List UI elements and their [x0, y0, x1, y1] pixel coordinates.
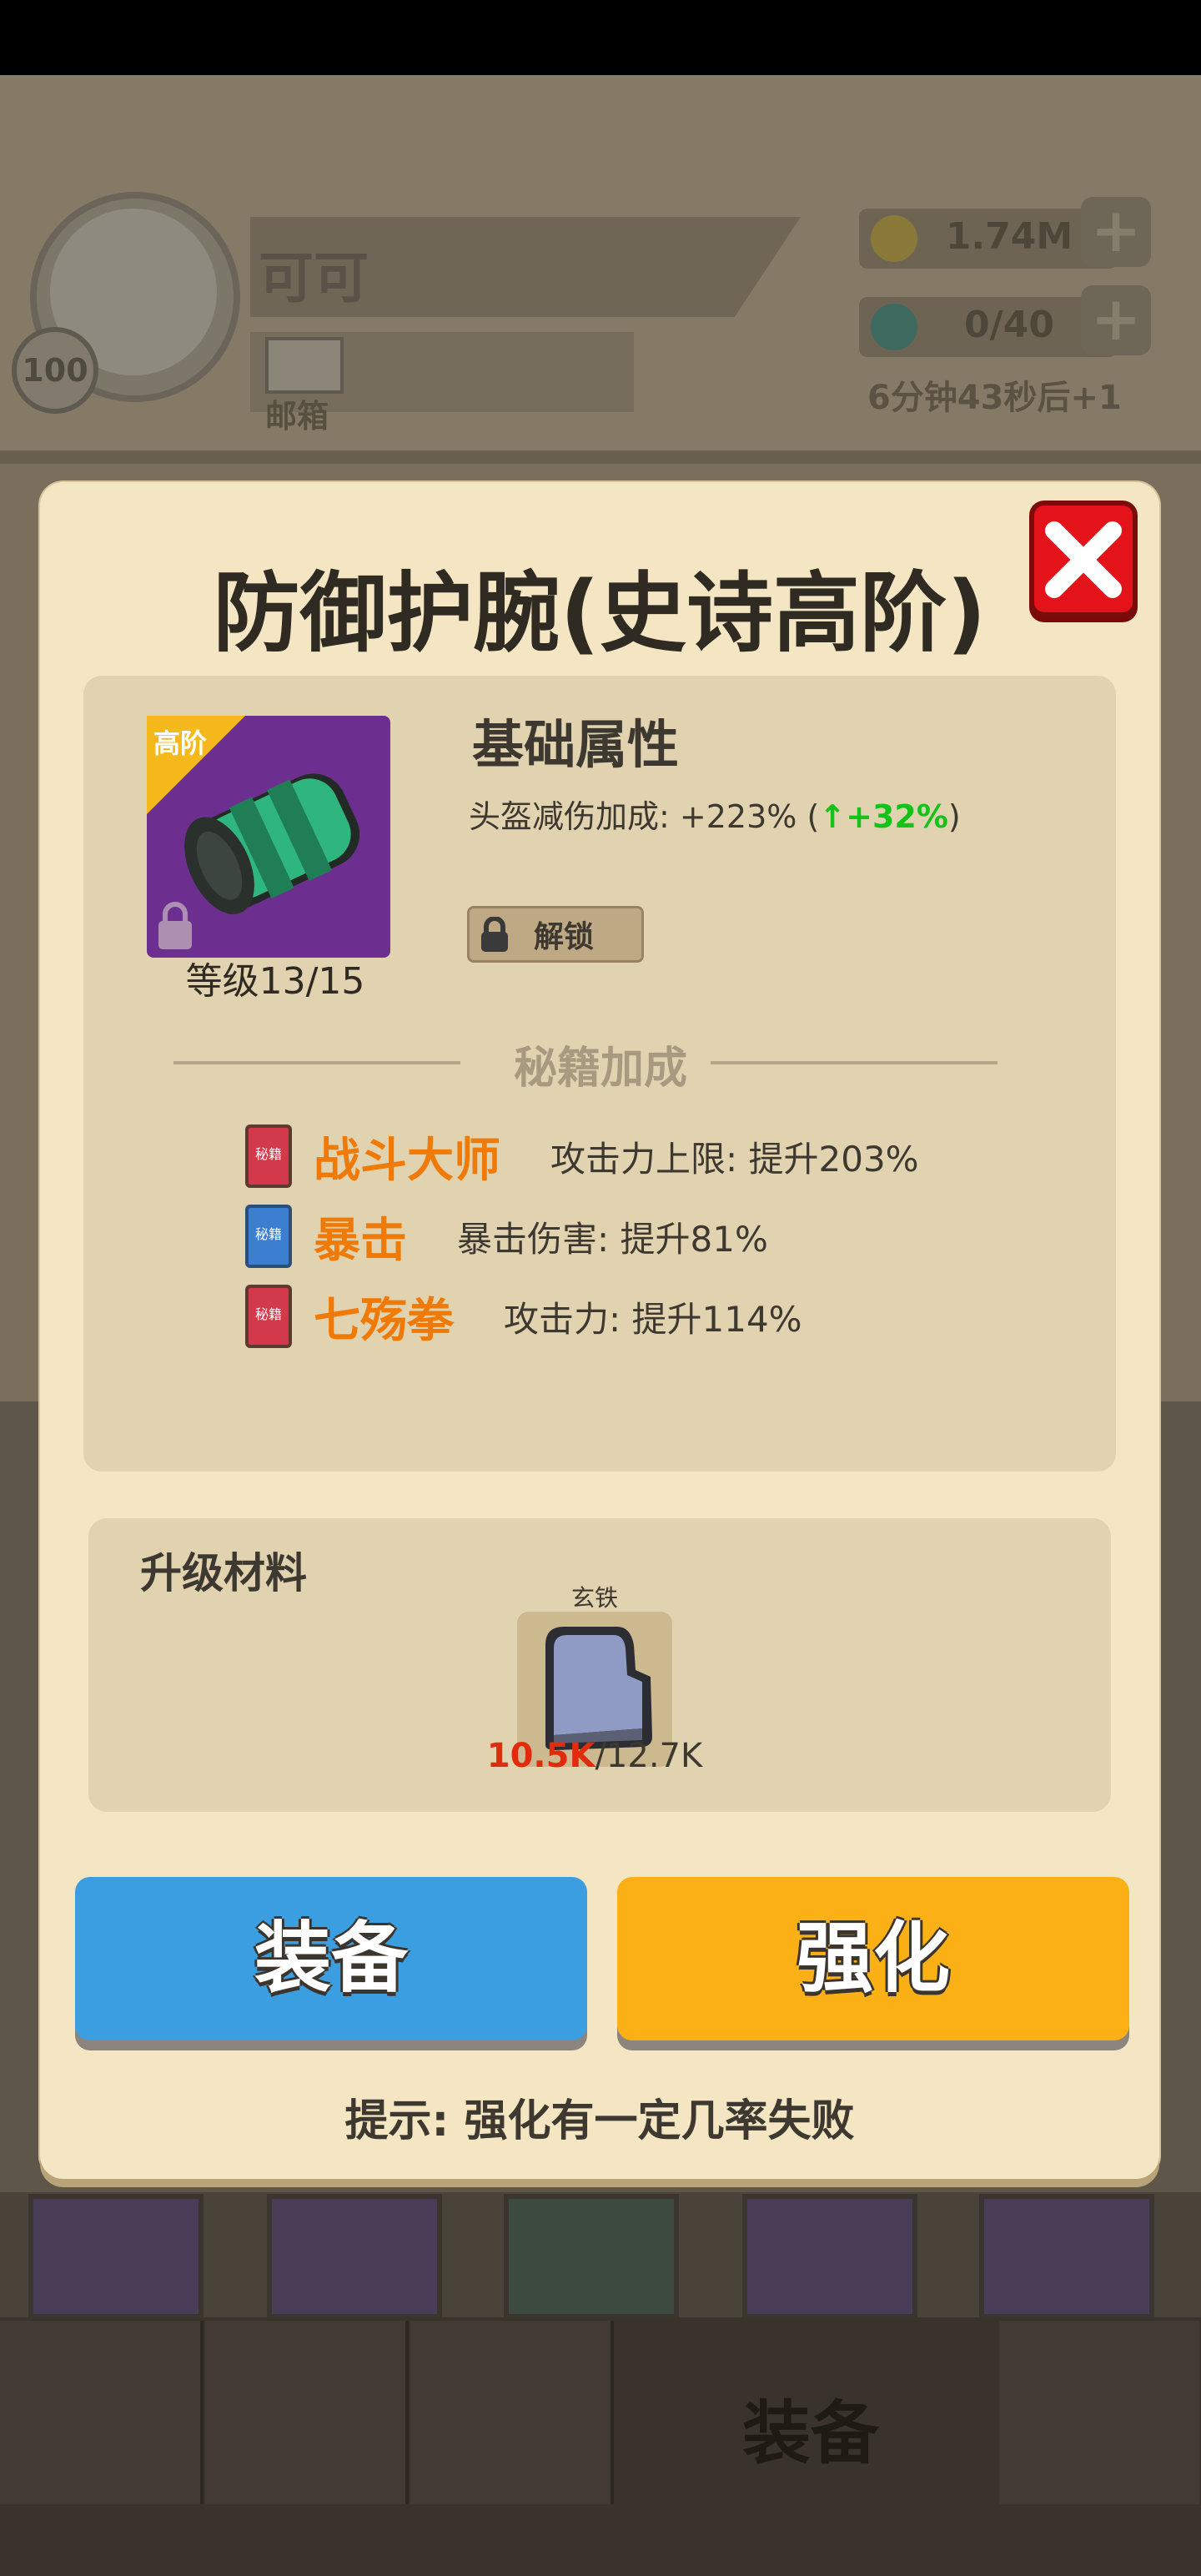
skill-name: 暴击 [314, 1214, 407, 1268]
attribute-increase: ↑+32% [819, 798, 948, 835]
gold-amount: 1.74M [945, 215, 1073, 258]
lock-icon [158, 902, 192, 949]
player-name: 可可 [259, 246, 369, 310]
add-energy-button[interactable]: + [1081, 285, 1151, 355]
skill-description: 攻击力上限: 提升203% [550, 1139, 919, 1180]
inventory-slot[interactable] [267, 2194, 442, 2319]
nav-tab-cultivation[interactable] [205, 2321, 409, 2504]
upgrade-button[interactable]: 强化 [617, 1877, 1129, 2040]
skill-description: 攻击力: 提升114% [504, 1299, 802, 1340]
energy-gem-icon [871, 304, 917, 350]
divider-right [711, 1061, 997, 1064]
base-attributes-title: 基础属性 [472, 714, 680, 775]
upgrade-button-label: 强化 [796, 1914, 950, 2003]
skill-book-icon: 秘籍 [245, 1285, 292, 1348]
inventory-slot[interactable] [28, 2194, 204, 2319]
skill-book-text: 秘籍 [254, 1146, 282, 1162]
status-bar [0, 0, 1201, 75]
skills-section-label: 秘籍加成 [513, 1044, 687, 1094]
inventory-slot[interactable] [504, 2194, 679, 2319]
player-level-badge: 100 [12, 327, 98, 414]
skill-name: 七殇拳 [314, 1294, 454, 1348]
mail-icon[interactable] [265, 337, 344, 394]
energy-timer: 6分钟43秒后+1 [867, 379, 1122, 417]
skill-book-icon: 秘籍 [245, 1124, 292, 1188]
inventory-slot[interactable] [742, 2194, 917, 2319]
attribute-text: 头盔减伤加成: +223% ( [469, 798, 820, 835]
material-owned: 10.5K [486, 1737, 595, 1775]
item-level: 等级13/15 [185, 960, 365, 1003]
header-divider [0, 450, 1201, 464]
base-attribute-line: 头盔减伤加成: +223% (↑+32%) [469, 791, 961, 837]
energy-amount: 0/40 [964, 304, 1054, 346]
skill-book-text: 秘籍 [254, 1226, 282, 1242]
add-gold-button[interactable]: + [1081, 197, 1151, 267]
inventory-slot[interactable] [979, 2194, 1154, 2319]
skill-book-text: 秘籍 [254, 1306, 282, 1322]
gold-coin-icon [871, 215, 917, 262]
attribute-suffix: ) [947, 798, 961, 835]
divider-left [173, 1061, 460, 1064]
skill-name: 战斗大师 [314, 1134, 500, 1188]
nav-tab-collection[interactable] [999, 2321, 1199, 2504]
dialog-title: 防御护腕(史诗高阶) [213, 562, 987, 664]
nav-tab-battle[interactable] [410, 2321, 614, 2504]
nav-tab-tasks[interactable] [0, 2321, 204, 2504]
nav-tab-equipment-label[interactable]: 装备 [742, 2377, 879, 2477]
padlock-icon [481, 917, 508, 952]
materials-title: 升级材料 [140, 1549, 307, 1597]
material-required: /12.7K [595, 1737, 703, 1775]
equip-button-label: 装备 [254, 1914, 408, 2003]
material-name: 玄铁 [570, 1584, 618, 1612]
tier-label: 高阶 [153, 727, 208, 759]
material-count: 10.5K/12.7K [467, 1737, 722, 1775]
skill-description: 暴击伤害: 提升81% [457, 1219, 768, 1260]
mail-label: 邮箱 [265, 398, 329, 435]
skill-book-icon: 秘籍 [245, 1205, 292, 1268]
equip-button[interactable]: 装备 [75, 1877, 587, 2040]
unlock-label[interactable]: 解锁 [534, 913, 594, 956]
upgrade-hint: 提示: 强化有一定几率失败 [344, 2096, 855, 2146]
